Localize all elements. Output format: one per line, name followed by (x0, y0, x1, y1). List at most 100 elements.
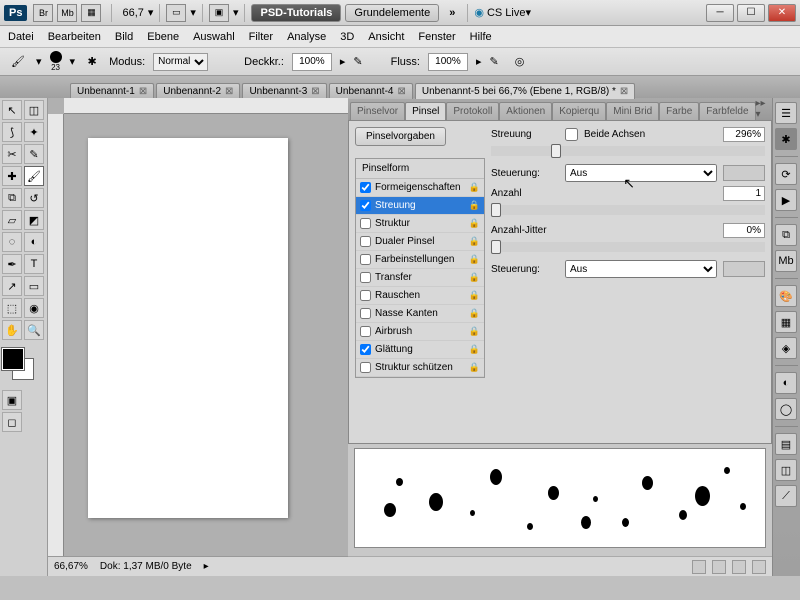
dock-brush-icon[interactable]: ✱ (775, 128, 797, 150)
lock-icon[interactable]: 🔒 (469, 272, 480, 283)
cslive-label[interactable]: CS Live (487, 7, 526, 19)
close-tab-icon[interactable]: ⊠ (225, 86, 233, 97)
doc-tab[interactable]: Unbenannt-4⊠ (329, 83, 413, 99)
close-tab-icon[interactable]: ⊠ (397, 86, 405, 97)
menu-ebene[interactable]: Ebene (147, 31, 179, 43)
dock-channels-icon[interactable]: ◫ (775, 459, 797, 481)
brush-option-row[interactable]: Struktur🔒 (356, 215, 484, 233)
menu-bearbeiten[interactable]: Bearbeiten (48, 31, 101, 43)
airbrush-icon[interactable]: ✎ (490, 55, 499, 68)
fluss-dd-icon[interactable]: ▸ (476, 55, 482, 68)
option-checkbox[interactable] (360, 362, 371, 373)
screen-mode-button[interactable]: ▣ (209, 4, 229, 22)
brush-panel-icon[interactable]: ✱ (83, 55, 101, 68)
tool-preset-dd-icon[interactable]: ▾ (36, 55, 42, 68)
marquee-tool[interactable]: ◫ (24, 100, 44, 120)
ruler-vertical[interactable] (48, 114, 64, 556)
panel-tab[interactable]: Farbe (659, 102, 699, 120)
close-button[interactable]: ✕ (768, 4, 796, 22)
anzahl-jitter-input[interactable] (723, 223, 765, 238)
lock-icon[interactable]: 🔒 (469, 182, 480, 193)
option-checkbox[interactable] (360, 254, 371, 265)
option-checkbox[interactable] (360, 200, 371, 211)
move-tool[interactable]: ↖ (2, 100, 22, 120)
color-swatches[interactable] (2, 348, 42, 384)
dock-masks-icon[interactable]: ◯ (775, 398, 797, 420)
fluss-input[interactable] (428, 53, 468, 71)
close-tab-icon[interactable]: ⊠ (311, 86, 319, 97)
doc-tab[interactable]: Unbenannt-3⊠ (242, 83, 326, 99)
pen-tool[interactable]: ✒ (2, 254, 22, 274)
zoom-tool[interactable]: 🔍 (24, 320, 44, 340)
panel-tab[interactable]: Aktionen (499, 102, 552, 120)
workspace-tab-tutorials[interactable]: PSD-Tutorials (251, 4, 341, 22)
brush-option-row[interactable]: Streuung🔒 (356, 197, 484, 215)
minibridge-button[interactable]: Mb (57, 4, 77, 22)
3d-tool[interactable]: ⬚ (2, 298, 22, 318)
dock-adjust-icon[interactable]: ◐ (775, 372, 797, 394)
brush-preview[interactable]: 23 (50, 51, 62, 72)
option-checkbox[interactable] (360, 218, 371, 229)
close-tab-icon[interactable]: ⊠ (620, 86, 628, 97)
deckkr-dd-icon[interactable]: ▸ (340, 55, 346, 68)
dock-color-icon[interactable]: 🎨 (775, 285, 797, 307)
steuerung2-select[interactable]: Aus (565, 260, 717, 278)
option-checkbox[interactable] (360, 308, 371, 319)
dock-actions-icon[interactable]: ▶ (775, 189, 797, 211)
gradient-tool[interactable]: ◩ (24, 210, 44, 230)
bridge-button[interactable]: Br (33, 4, 53, 22)
panel-foot-icon2[interactable] (712, 560, 726, 574)
panel-tab[interactable]: Mini Brid (606, 102, 659, 120)
anzahl-slider[interactable] (491, 205, 765, 215)
path-tool[interactable]: ↗ (2, 276, 22, 296)
lock-icon[interactable]: 🔒 (469, 218, 480, 229)
maximize-button[interactable]: ☐ (737, 4, 765, 22)
zoom-display[interactable]: 66,7 (122, 7, 143, 19)
3d-cam-tool[interactable]: ◉ (24, 298, 44, 318)
new-preset-icon[interactable] (732, 560, 746, 574)
menu-hilfe[interactable]: Hilfe (470, 31, 492, 43)
cslive-dd-icon[interactable]: ▾ (526, 6, 532, 19)
workspace-more-icon[interactable]: » (449, 7, 455, 19)
lock-icon[interactable]: 🔒 (469, 200, 480, 211)
dock-styles-icon[interactable]: ◈ (775, 337, 797, 359)
screenmode-button[interactable]: ◻ (2, 412, 22, 432)
menu-ansicht[interactable]: Ansicht (368, 31, 404, 43)
brush-option-row[interactable]: Farbeinstellungen🔒 (356, 251, 484, 269)
option-checkbox[interactable] (360, 182, 371, 193)
modus-select[interactable]: Normal (153, 53, 208, 71)
lock-icon[interactable]: 🔒 (469, 308, 480, 319)
shape-tool[interactable]: ▭ (24, 276, 44, 296)
option-checkbox[interactable] (360, 326, 371, 337)
brush-option-row[interactable]: Nasse Kanten🔒 (356, 305, 484, 323)
brush-option-row[interactable]: Transfer🔒 (356, 269, 484, 287)
option-checkbox[interactable] (360, 344, 371, 355)
brush-option-row[interactable]: Struktur schützen🔒 (356, 359, 484, 377)
option-checkbox[interactable] (360, 236, 371, 247)
option-checkbox[interactable] (360, 290, 371, 301)
brush-option-row[interactable]: Glättung🔒 (356, 341, 484, 359)
brush-dd-icon[interactable]: ▾ (70, 55, 76, 68)
brush-tool[interactable]: 🖌 (24, 166, 44, 186)
canvas[interactable] (88, 138, 288, 518)
lock-icon[interactable]: 🔒 (469, 254, 480, 265)
view-extras-button[interactable]: ▭ (166, 4, 186, 22)
dock-history-icon[interactable]: ⟳ (775, 163, 797, 185)
option-checkbox[interactable] (360, 272, 371, 283)
brush-option-row[interactable]: Rauschen🔒 (356, 287, 484, 305)
dock-brush-presets-icon[interactable]: ☰ (775, 102, 797, 124)
beide-achsen-checkbox[interactable] (565, 128, 578, 141)
lock-icon[interactable]: 🔒 (469, 326, 480, 337)
dodge-tool[interactable]: ◐ (24, 232, 44, 252)
view-dd-icon[interactable]: ▾ (190, 6, 196, 19)
fg-color[interactable] (2, 348, 24, 370)
steuerung-select[interactable]: Aus (565, 164, 717, 182)
panel-tab[interactable]: Pinsel (405, 102, 446, 120)
dock-clone-icon[interactable]: ⧉ (775, 224, 797, 246)
close-tab-icon[interactable]: ⊠ (139, 86, 147, 97)
anzahl-input[interactable] (723, 186, 765, 201)
panel-tab[interactable]: Pinselvor (350, 102, 405, 120)
quickmask-button[interactable]: ▣ (2, 390, 22, 410)
stamp-tool[interactable]: ⧉ (2, 188, 22, 208)
lock-icon[interactable]: 🔒 (469, 344, 480, 355)
